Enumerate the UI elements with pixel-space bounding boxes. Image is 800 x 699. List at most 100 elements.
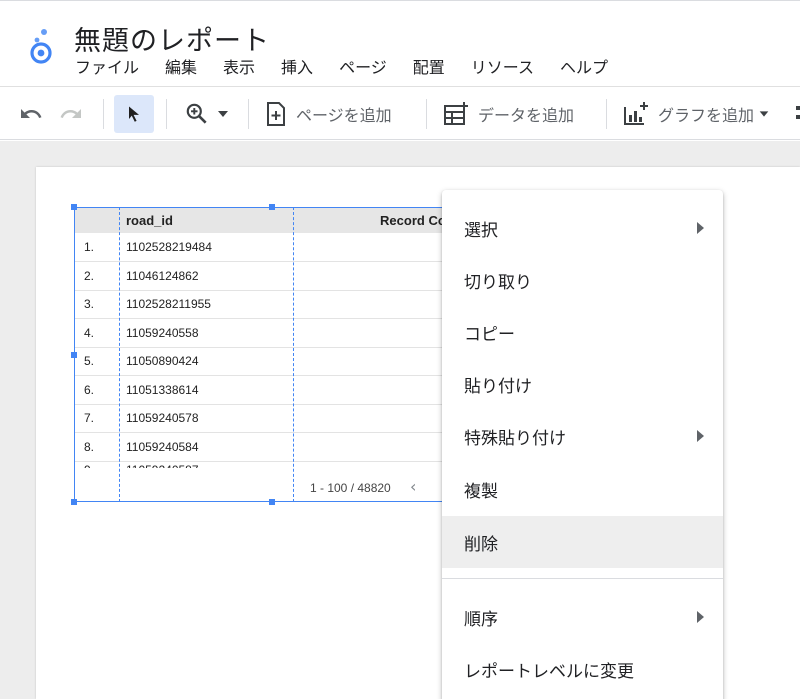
- row-index: 8.: [74, 432, 118, 462]
- toolbar-divider: [606, 99, 607, 129]
- table-row: 5. 11050890424: [74, 347, 474, 376]
- menu-item-duplicate[interactable]: 複製: [442, 463, 723, 515]
- table-row: 4. 11059240558: [74, 318, 474, 348]
- chevron-down-icon: [218, 111, 228, 117]
- row-index: 4.: [74, 318, 118, 348]
- menu-insert[interactable]: 挿入: [268, 57, 326, 79]
- row-index: 5.: [74, 347, 118, 376]
- table-row: 6. 11051338614: [74, 375, 474, 405]
- road-id-cell: 11059240584: [118, 432, 293, 462]
- table-row: 1. 1102528219484: [74, 233, 474, 262]
- table-row: 2. 11046124862: [74, 261, 474, 291]
- menu-item-label: 複製: [464, 481, 498, 502]
- table-row: 7. 11059240578: [74, 404, 474, 433]
- table-header-row: road_id Record Count: [74, 207, 474, 233]
- menu-item-delete[interactable]: 削除: [442, 516, 723, 568]
- toolbar: ページを追加 データを追加 グラフを追加: [0, 86, 800, 140]
- column-header-road-id[interactable]: road_id: [118, 207, 293, 233]
- road-id-cell: 11050890424: [118, 347, 293, 376]
- menu-item-paste[interactable]: 貼り付け: [442, 358, 723, 410]
- add-page-button[interactable]: ページを追加: [258, 95, 416, 133]
- menu-item-cut[interactable]: 切り取り: [442, 254, 723, 306]
- index-header: [74, 207, 118, 233]
- road-id-cell: 11046124862: [118, 261, 293, 291]
- row-index: 6.: [74, 375, 118, 405]
- resize-handle[interactable]: [71, 499, 77, 505]
- menu-help[interactable]: ヘルプ: [547, 57, 621, 79]
- road-id-cell: 11051338614: [118, 375, 293, 405]
- previous-page-icon[interactable]: ‹: [410, 477, 416, 496]
- resize-handle[interactable]: [71, 204, 77, 210]
- table-row: 8. 11059240584: [74, 432, 474, 462]
- column-guide: [293, 207, 294, 502]
- add-page-label: ページを追加: [296, 106, 392, 125]
- menu-item-select[interactable]: 選択: [442, 202, 723, 254]
- road-id-cell: 1102528219484: [118, 233, 293, 262]
- cursor-arrow-icon: [129, 106, 139, 122]
- row-index: 1.: [74, 233, 118, 262]
- add-chart-button[interactable]: グラフを追加: [616, 95, 792, 133]
- redo-icon: [60, 109, 81, 118]
- context-menu: 選択 切り取り コピー 貼り付け 特殊貼り付け 複製 削除 順序 レポートレベル…: [442, 190, 723, 699]
- menu-item-label: 削除: [464, 534, 498, 555]
- add-chart-label: グラフを追加: [658, 106, 755, 125]
- undo-button[interactable]: [12, 95, 50, 133]
- toolbar-divider: [248, 99, 249, 129]
- submenu-arrow-icon: [697, 222, 704, 234]
- menu-item-label: 順序: [464, 609, 498, 630]
- row-index: 9.: [84, 462, 110, 468]
- zoom-in-icon: [186, 103, 207, 124]
- chevron-down-icon: [759, 111, 769, 117]
- menu-arrange[interactable]: 配置: [400, 57, 458, 79]
- row-index: 3.: [74, 290, 118, 319]
- zoom-button[interactable]: [178, 95, 236, 133]
- submenu-arrow-icon: [697, 611, 704, 623]
- pagination-text: 1 - 100 / 48820: [310, 481, 391, 495]
- menu-item-label: コピー: [464, 324, 515, 345]
- toolbar-divider: [103, 99, 104, 129]
- menu-item-order[interactable]: 順序: [442, 591, 723, 643]
- table-row: 3. 1102528211955: [74, 290, 474, 319]
- menu-edit[interactable]: 編集: [152, 57, 210, 79]
- menu-item-make-report-level[interactable]: レポートレベルに変更: [442, 643, 723, 695]
- app-header: 無題のレポート ファイル 編集 表示 挿入 ページ 配置 リソース ヘルプ: [0, 0, 800, 86]
- menu-bar: ファイル 編集 表示 挿入 ページ 配置 リソース ヘルプ: [62, 57, 621, 79]
- menu-item-label: 貼り付け: [464, 376, 532, 397]
- add-data-icon: [444, 102, 468, 125]
- toolbar-divider: [166, 99, 167, 129]
- road-id-cell: 11059240578: [118, 404, 293, 433]
- submenu-arrow-icon: [697, 430, 704, 442]
- menu-item-label: 特殊貼り付け: [464, 428, 566, 449]
- road-id-cell: 11059240558: [118, 318, 293, 348]
- road-id-cell: 1102528211955: [118, 290, 293, 319]
- add-data-label: データを追加: [478, 106, 575, 125]
- add-data-button[interactable]: データを追加: [436, 95, 596, 133]
- report-title[interactable]: 無題のレポート: [74, 19, 270, 58]
- menu-divider: [442, 578, 723, 579]
- data-table: road_id Record Count 1. 1102528219484 2. 1…: [74, 207, 474, 475]
- row-index: 2.: [74, 261, 118, 291]
- table-chart[interactable]: road_id Record Count 1. 1102528219484 2. 1…: [74, 207, 474, 502]
- resize-handle[interactable]: [71, 352, 77, 358]
- menu-item-label: レポートレベルに変更: [464, 661, 634, 682]
- add-page-icon: [267, 102, 285, 126]
- menu-item-label: 切り取り: [464, 272, 532, 293]
- undo-icon: [21, 109, 42, 118]
- menu-item-copy[interactable]: コピー: [442, 306, 723, 358]
- table-row: 9. 11059240587: [74, 461, 474, 475]
- menu-view[interactable]: 表示: [210, 57, 268, 79]
- menu-page[interactable]: ページ: [326, 57, 400, 79]
- toolbar-divider: [426, 99, 427, 129]
- redo-button[interactable]: [52, 95, 90, 133]
- resize-handle[interactable]: [269, 499, 275, 505]
- row-index: 7.: [74, 404, 118, 433]
- menu-file[interactable]: ファイル: [62, 57, 152, 79]
- looker-studio-logo-icon[interactable]: [27, 27, 55, 65]
- menu-resource[interactable]: リソース: [458, 57, 547, 79]
- road-id-cell: 11059240587: [126, 462, 285, 468]
- select-tool-button[interactable]: [114, 95, 154, 133]
- menu-item-label: 選択: [464, 220, 498, 241]
- resize-handle[interactable]: [269, 204, 275, 210]
- more-tools-icon[interactable]: [793, 105, 800, 125]
- menu-item-paste-special[interactable]: 特殊貼り付け: [442, 410, 723, 462]
